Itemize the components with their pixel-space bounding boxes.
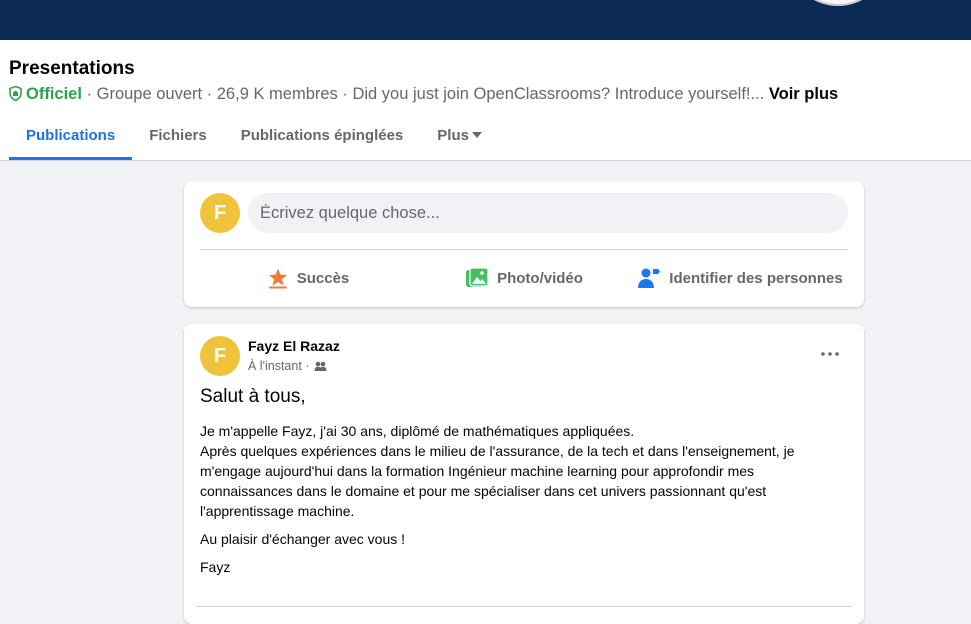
post-composer: F Succès Photo/vidéo Identifier des pers… [184,181,864,307]
divider [200,249,848,250]
divider [196,606,852,607]
tab-pinned-posts[interactable]: Publications épinglées [224,116,421,160]
more-options-icon [821,352,839,356]
photo-video-label: Photo/vidéo [497,269,583,287]
star-icon [268,268,287,289]
avatar[interactable]: F [200,336,240,376]
tab-files[interactable]: Fichiers [132,116,224,160]
tab-more[interactable]: Plus [420,116,499,160]
achievement-button[interactable]: Succès [200,255,416,301]
post-greeting: Salut à tous, [200,386,306,407]
post-closing: Au plaisir d'échanger avec vous ! [200,531,406,547]
post-timestamp: À l'instant · [248,359,327,373]
group-icon [314,361,327,371]
post-card: F Fayz El Razaz À l'instant · Salut à to… [184,324,864,624]
tab-more-label: Plus [437,127,469,144]
group-cover [0,0,971,40]
post-time-label[interactable]: À l'instant · [248,359,309,373]
post-body: Je m'appelle Fayz, j'ai 30 ans, diplômé … [200,421,840,585]
tag-people-label: Identifier des personnes [669,269,843,287]
post-text-line: Je m'appelle Fayz, j'ai 30 ans, diplômé … [200,423,795,519]
group-meta: Officiel · Groupe ouvert · 26,9 K membre… [9,85,838,106]
group-header: Presentations Officiel · Groupe ouvert ·… [0,40,971,161]
group-name: Presentations [9,58,135,79]
post-options-button[interactable] [814,340,846,368]
composer-input[interactable] [248,193,848,233]
photo-video-button[interactable]: Photo/vidéo [416,255,632,301]
post-signature: Fayz [200,559,231,575]
photo-icon [466,267,489,287]
group-description: · Groupe ouvert · 26,9 K membres · Did y… [86,85,765,103]
achievement-label: Succès [296,269,350,287]
post-author[interactable]: Fayz El Razaz [248,338,340,354]
tab-publications[interactable]: Publications [9,116,133,160]
caret-down-icon [471,132,482,138]
avatar[interactable]: F [200,193,240,233]
tag-people-button[interactable]: Identifier des personnes [632,255,848,301]
see-more-link[interactable]: Voir plus [769,85,838,103]
official-badge: Officiel [26,85,82,103]
cover-logo [788,0,888,6]
composer-actions: Succès Photo/vidéo Identifier des person… [200,255,848,301]
tag-people-icon [638,268,661,288]
group-tabs: Publications Fichiers Publications éping… [9,116,499,160]
shield-icon [9,85,22,106]
